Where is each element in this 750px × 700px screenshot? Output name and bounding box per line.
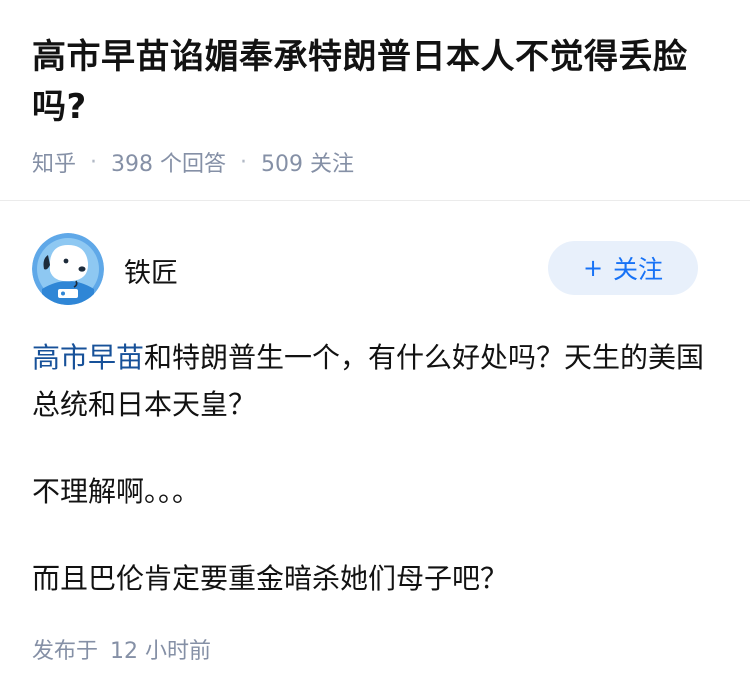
avatar[interactable] — [32, 233, 104, 305]
author-row: 铁匠 + 关注 — [32, 233, 698, 305]
section-divider — [0, 200, 750, 201]
keyword-link[interactable]: 高市早苗 — [32, 341, 144, 374]
follow-count-number: 509 — [261, 152, 304, 177]
cartoon-dog-astronaut-avatar-icon — [32, 233, 104, 305]
paragraph-text: 而且巴伦肯定要重金暗杀她们母子吧？ — [32, 562, 509, 595]
meta-separator: · — [90, 149, 98, 175]
answer-count[interactable]: 398 个回答 — [111, 146, 226, 178]
meta-separator: · — [240, 149, 248, 175]
answer-footer: 发布于 12 小时前 — [32, 633, 211, 665]
question-title[interactable]: 高市早苗谄媚奉承特朗普日本人不觉得丢脸吗? — [32, 32, 722, 132]
answer-paragraph: 而且巴伦肯定要重金暗杀她们母子吧？ — [32, 555, 712, 602]
answer-count-number: 398 — [111, 152, 154, 177]
author-name[interactable]: 铁匠 — [124, 251, 178, 290]
follow-count-unit: 关注 — [310, 152, 355, 177]
answer-paragraph: 不理解啊。。。 — [32, 468, 712, 515]
question-header: 高市早苗谄媚奉承特朗普日本人不觉得丢脸吗? 知乎 · 398 个回答 · 509… — [32, 32, 722, 178]
question-meta: 知乎 · 398 个回答 · 509 关注 — [32, 146, 722, 178]
follow-button[interactable]: + 关注 — [548, 241, 698, 295]
follow-button-label: 关注 — [613, 255, 664, 284]
publish-label: 发布于 — [32, 639, 99, 664]
source-label[interactable]: 知乎 — [32, 146, 76, 178]
publish-time: 12 小时前 — [110, 639, 212, 664]
answer-paragraph: 高市早苗和特朗普生一个，有什么好处吗？天生的美国总统和日本天皇？ — [32, 334, 712, 428]
answer-body: 高市早苗和特朗普生一个，有什么好处吗？天生的美国总统和日本天皇？ 不理解啊。。。… — [32, 334, 712, 642]
plus-icon: + — [582, 254, 604, 282]
answer-count-unit: 个回答 — [160, 152, 227, 177]
follow-count[interactable]: 509 关注 — [261, 146, 354, 178]
paragraph-text: 不理解啊。。。 — [32, 475, 201, 508]
